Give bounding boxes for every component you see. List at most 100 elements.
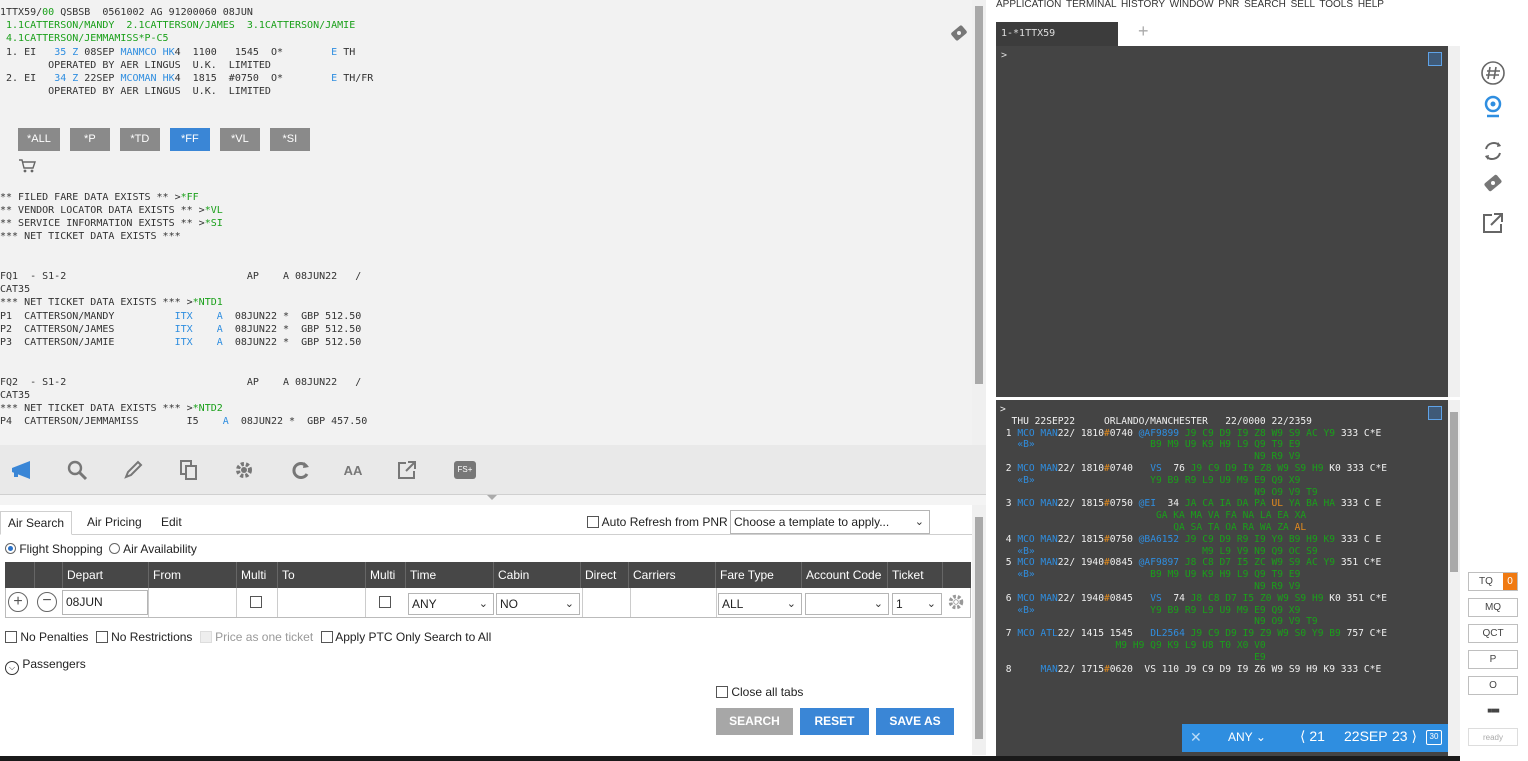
air-availability-radio[interactable] [109,543,121,554]
availability-line: 8 MAN22/ 1715#0620 VS 110 J9 C9 D9 I9 Z6… [1000,664,1387,676]
pnr-segment: OPERATED BY AER LINGUS U.K. LIMITED [0,59,271,71]
pnr-segment: TH/FR [337,73,374,85]
pnr-segment: *** NET TICKET DATA EXISTS *** [0,231,181,243]
p-button[interactable]: P [1468,650,1518,669]
availability-line: 3 MCO MAN22/ 1815#0750 @EI 34 JA CA IA D… [1000,498,1387,510]
reset-button[interactable]: RESET [800,708,869,735]
tab-edit[interactable]: Edit [154,511,189,535]
calendar-icon[interactable]: 30 [1426,730,1442,745]
template-select[interactable]: Choose a template to apply... ⌄ [730,510,930,534]
fare-type-select[interactable]: ALL ⌄ [718,593,802,615]
availability-segment: 0845 [1109,592,1151,604]
availability-segment: VS [1150,592,1162,604]
terminal-input-pane[interactable]: > [996,46,1448,397]
passengers-label: Passengers [22,657,86,671]
auto-refresh-checkbox[interactable] [587,516,599,528]
availability-segment: 333 C*E [1340,427,1382,439]
tab-air-search[interactable]: Air Search [0,511,73,535]
col-multi-2: Multi [366,562,406,588]
account-code-select[interactable]: ⌄ [805,593,889,615]
shortcut-button-td[interactable]: *TD [119,128,160,151]
apply-ptc-checkbox[interactable] [320,631,333,643]
availability-scrollbar[interactable] [1448,400,1460,756]
shortcut-button-p[interactable]: *P [69,128,110,151]
availability-segment: 333 C E [1340,533,1382,545]
cart-icon[interactable] [18,158,36,174]
availability-segment: GA KA MA VA FA NA LA EA XA [1000,510,1307,522]
auto-refresh-option[interactable]: Auto Refresh from PNR [587,515,728,529]
terminal-tabbar: 1-*1TTX59 + [986,14,1466,47]
multi-from-checkbox[interactable] [250,596,262,608]
maximize-icon[interactable] [1428,406,1442,420]
panel-splitter[interactable] [0,495,986,505]
next-day-button[interactable]: 23 ⟩ [1392,728,1417,745]
pnr-segment: *** NET TICKET DATA EXISTS *** > [0,403,193,415]
maximize-icon[interactable] [1428,52,1442,66]
chevron-down-circle-icon: ⌵ [5,661,19,675]
copy-icon[interactable] [176,457,202,483]
pencil-icon[interactable] [120,457,146,483]
shortcut-button-all[interactable]: *ALL [18,128,60,151]
no-restrictions-checkbox[interactable] [95,631,108,643]
depart-input[interactable]: 08JUN [62,590,148,615]
pnr-segment: TH [337,46,356,58]
tab-air-pricing[interactable]: Air Pricing [80,511,149,535]
font-size-icon[interactable]: AA [340,457,366,483]
save-as-button[interactable]: SAVE AS [876,708,954,735]
terminal-scrollbar[interactable] [1448,46,1460,397]
availability-segment: 0620 VS 110 J9 C9 D9 I9 Z6 W9 S9 H9 K9 3… [1109,663,1382,675]
availability-segment: MCO MAN [1017,557,1058,569]
external-link-side-icon[interactable] [1480,210,1506,236]
add-tab-button[interactable]: + [1138,22,1149,40]
chevron-down-icon: ⌄ [478,598,488,610]
passengers-toggle[interactable]: ⌵ Passengers [5,657,86,675]
prev-day-button[interactable]: ⟨ 21 [1300,728,1325,745]
search-button[interactable]: SEARCH [716,708,793,735]
cabin-select[interactable]: NO ⌄ [496,593,580,615]
qct-button[interactable]: QCT [1468,624,1518,643]
shortcut-button-vl[interactable]: *VL [219,128,260,151]
close-all-tabs-checkbox[interactable] [716,686,728,698]
search-icon[interactable] [64,457,90,483]
o-button[interactable]: O [1468,676,1518,695]
refresh-icon[interactable] [288,457,314,483]
pnr-segment: 34 Z [54,73,79,85]
tq-button[interactable]: TQ 0 [1468,572,1518,591]
fs-icon[interactable]: FS+ [452,457,478,483]
time-select[interactable]: ANY ⌄ [408,593,494,615]
external-link-icon[interactable] [394,457,420,483]
flight-shopping-radio[interactable] [5,543,16,554]
gear-icon[interactable] [231,457,257,483]
form-scrollbar[interactable] [972,505,986,755]
multi-to-checkbox[interactable] [379,596,391,608]
menu-bar[interactable]: APPLICATION TERMINAL HISTORY WINDOW PNR … [986,0,1528,14]
close-all-tabs-option[interactable]: Close all tabs [716,685,803,699]
shortcut-button-ff[interactable]: *FF [169,128,210,151]
hashtag-icon[interactable] [1480,60,1506,86]
availability-segment: «B» [1000,604,1035,616]
time-filter-select[interactable]: ANY ⌄ [1228,730,1266,744]
chevron-down-icon: ⌄ [873,598,883,610]
ticket-side-icon[interactable] [1480,170,1506,196]
mq-button[interactable]: MQ [1468,598,1518,617]
availability-segment: 7 [1000,628,1018,640]
megaphone-icon[interactable] [10,457,36,483]
ticket-icon[interactable] [948,22,970,44]
remove-segment-icon[interactable]: − [37,592,57,612]
more-button[interactable]: ■■■ [1468,702,1518,721]
add-segment-icon[interactable]: + [8,592,28,612]
settings-gear-icon[interactable] [946,592,966,615]
sync-icon[interactable] [1480,138,1506,164]
pnr-segment: 08SEP [78,46,121,58]
close-icon[interactable]: ✕ [1190,729,1202,746]
availability-segment: 0750 [1109,533,1139,545]
terminal-tab[interactable]: 1-*1TTX59 [996,22,1118,47]
no-penalties-checkbox[interactable] [5,631,17,643]
col-carriers: Carriers [629,562,716,588]
shortcut-button-si[interactable]: *SI [269,128,310,151]
ticket-select[interactable]: 1 ⌄ [892,593,942,615]
pnr-scrollbar[interactable] [972,0,986,445]
location-pin-icon[interactable] [1480,94,1506,120]
chevron-down-icon: ⌄ [1255,730,1266,744]
availability-segment: THU 22SEP22 ORLANDO/MANCHESTER 22/0000 2… [1000,415,1312,427]
